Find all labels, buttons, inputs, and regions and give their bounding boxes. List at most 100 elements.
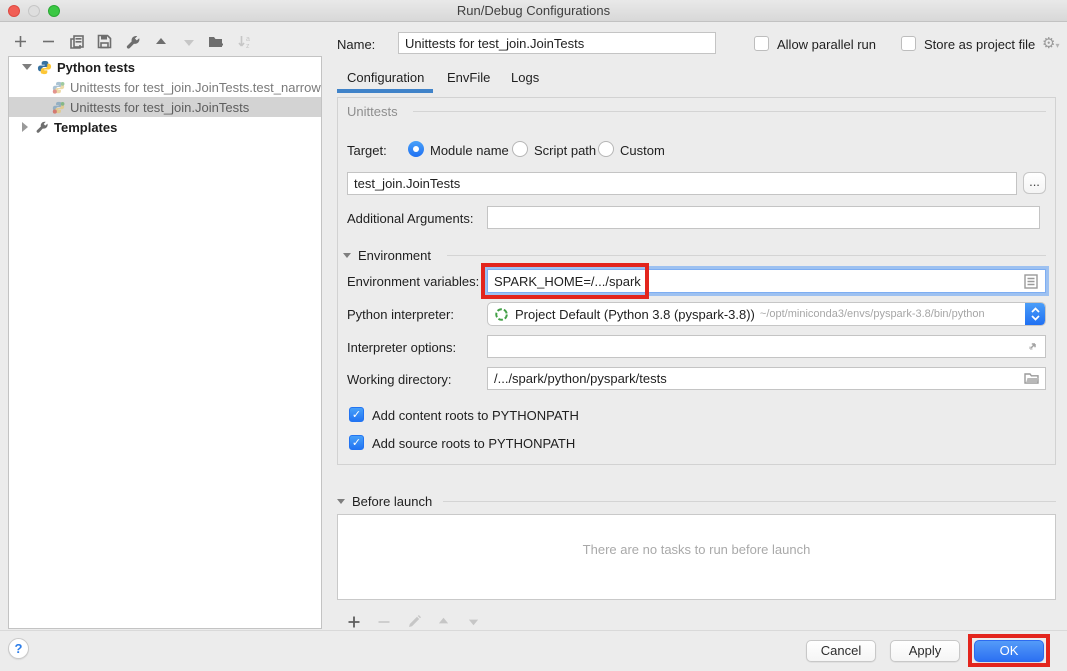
minus-icon — [377, 615, 391, 629]
svg-text:a: a — [246, 36, 250, 43]
before-launch-toolbar — [343, 611, 484, 632]
tree-item-templates[interactable]: Templates — [9, 117, 321, 137]
expand-field-icon[interactable] — [1026, 340, 1039, 353]
python-icon — [37, 60, 52, 75]
before-launch-section-header[interactable]: Before launch — [337, 494, 432, 509]
name-label: Name: — [337, 37, 375, 52]
radio-script-path[interactable] — [512, 141, 528, 157]
move-task-down-button[interactable] — [463, 611, 484, 632]
interpreter-options-input[interactable] — [487, 335, 1046, 358]
name-input[interactable] — [398, 32, 716, 54]
add-source-roots-checkbox[interactable]: ✓ — [349, 435, 364, 450]
move-up-button[interactable] — [150, 31, 171, 52]
environment-variables-input[interactable] — [487, 269, 1046, 293]
minus-icon — [41, 34, 56, 49]
svg-text:z: z — [246, 43, 250, 50]
run-debug-configurations-dialog: Run/Debug Configurations — [0, 0, 1067, 671]
radio-custom-label: Custom — [620, 143, 665, 158]
tab-envfile[interactable]: EnvFile — [447, 70, 490, 85]
target-input[interactable] — [347, 172, 1017, 195]
tree-item-label: Templates — [54, 120, 117, 135]
additional-arguments-input[interactable] — [487, 206, 1040, 229]
plus-icon — [347, 615, 361, 629]
help-button[interactable]: ? — [8, 638, 29, 659]
before-launch-empty-message: There are no tasks to run before launch — [337, 542, 1056, 557]
before-launch-task-list[interactable] — [337, 514, 1056, 600]
interpreter-options-label: Interpreter options: — [347, 340, 456, 355]
wrench-icon — [35, 120, 49, 134]
edit-task-button[interactable] — [403, 611, 424, 632]
footer-divider — [0, 630, 1067, 631]
save-configuration-button[interactable] — [94, 31, 115, 52]
add-source-roots-label: Add source roots to PYTHONPATH — [372, 436, 575, 451]
allow-parallel-run-label: Allow parallel run — [777, 37, 876, 52]
arrow-down-icon — [467, 615, 480, 628]
add-content-roots-checkbox[interactable]: ✓ — [349, 407, 364, 422]
arrow-up-icon — [437, 615, 450, 628]
tab-configuration[interactable]: Configuration — [347, 70, 424, 85]
configurations-toolbar: a z — [10, 31, 255, 52]
radio-custom[interactable] — [598, 141, 614, 157]
cancel-button[interactable]: Cancel — [806, 640, 876, 662]
arrow-down-icon — [182, 35, 196, 49]
add-folder-icon — [208, 34, 225, 49]
apply-button[interactable]: Apply — [890, 640, 960, 662]
chevron-down-icon — [343, 253, 351, 258]
section-divider — [443, 501, 1056, 502]
edit-variables-icon[interactable] — [1024, 274, 1038, 289]
tree-item-jointests-selected[interactable]: Unittests for test_join.JoinTests — [9, 97, 321, 117]
wrench-icon — [125, 34, 141, 50]
tree-item-label: Python tests — [57, 60, 135, 75]
remove-configuration-button[interactable] — [38, 31, 59, 52]
before-launch-title: Before launch — [352, 494, 432, 509]
combo-stepper[interactable] — [1025, 302, 1045, 326]
browse-target-button[interactable]: ... — [1023, 172, 1046, 194]
title-bar: Run/Debug Configurations — [0, 0, 1067, 22]
gear-icon[interactable]: ⚙▾ — [1042, 34, 1059, 52]
move-task-up-button[interactable] — [433, 611, 454, 632]
add-configuration-button[interactable] — [10, 31, 31, 52]
section-divider — [413, 111, 1046, 112]
move-down-button[interactable] — [178, 31, 199, 52]
radio-script-path-label: Script path — [534, 143, 596, 158]
target-label: Target: — [347, 143, 387, 158]
python-interpreter-value: Project Default (Python 3.8 (pyspark-3.8… — [515, 307, 755, 322]
working-directory-input[interactable] — [487, 367, 1046, 390]
edit-templates-button[interactable] — [122, 31, 143, 52]
working-directory-label: Working directory: — [347, 372, 452, 387]
copy-icon — [69, 34, 85, 50]
tree-item-label: Unittests for test_join.JoinTests.test_n… — [70, 80, 321, 95]
python-interpreter-select[interactable]: Project Default (Python 3.8 (pyspark-3.8… — [487, 302, 1046, 326]
remove-task-button[interactable] — [373, 611, 394, 632]
copy-configuration-button[interactable] — [66, 31, 87, 52]
section-divider — [447, 255, 1046, 256]
environment-variables-label: Environment variables: — [347, 274, 479, 289]
tree-item-test-narrow[interactable]: Unittests for test_join.JoinTests.test_n… — [9, 77, 321, 97]
chevron-down-icon[interactable] — [22, 64, 32, 70]
store-as-project-file-checkbox[interactable] — [901, 36, 916, 51]
chevron-up-icon — [1031, 307, 1040, 313]
tab-logs[interactable]: Logs — [511, 70, 539, 85]
environment-section-header[interactable]: Environment — [343, 248, 431, 263]
radio-module-name[interactable] — [408, 141, 424, 157]
save-icon — [97, 34, 112, 49]
create-folder-button[interactable] — [206, 31, 227, 52]
arrow-up-icon — [154, 35, 168, 49]
radio-module-name-label: Module name — [430, 143, 509, 158]
ok-button[interactable]: OK — [974, 640, 1044, 662]
additional-arguments-label: Additional Arguments: — [347, 211, 473, 226]
add-task-button[interactable] — [343, 611, 364, 632]
python-interpreter-path: ~/opt/miniconda3/envs/pyspark-3.8/bin/py… — [760, 308, 1025, 320]
python-test-icon — [52, 81, 65, 94]
sort-configurations-button[interactable]: a z — [234, 31, 255, 52]
allow-parallel-run-checkbox[interactable] — [754, 36, 769, 51]
python-interpreter-label: Python interpreter: — [347, 307, 454, 322]
add-content-roots-label: Add content roots to PYTHONPATH — [372, 408, 579, 423]
window-title: Run/Debug Configurations — [0, 3, 1067, 18]
tree-item-label: Unittests for test_join.JoinTests — [70, 100, 249, 115]
tree-item-python-tests[interactable]: Python tests — [9, 57, 321, 77]
conda-environment-icon — [494, 307, 509, 322]
chevron-right-icon[interactable] — [22, 122, 28, 132]
browse-folder-icon[interactable] — [1024, 372, 1040, 385]
store-as-project-file-label: Store as project file — [924, 37, 1035, 52]
